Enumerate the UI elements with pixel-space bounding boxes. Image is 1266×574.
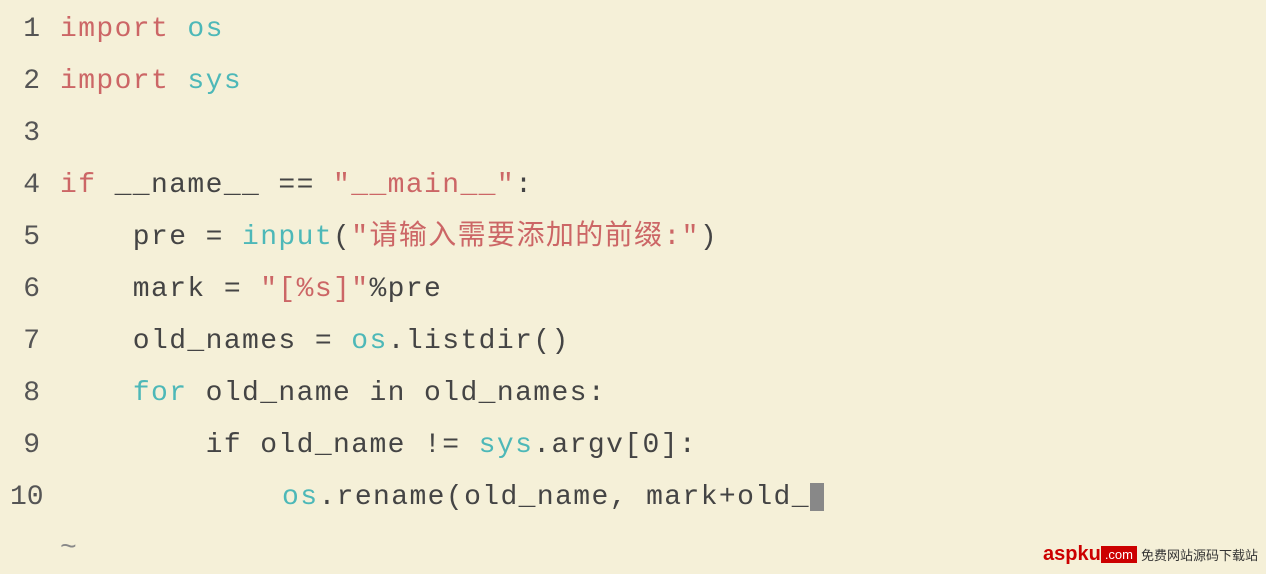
code-line: 6 mark = "[%s]"%pre: [0, 268, 1266, 320]
line-number: 9: [10, 424, 60, 467]
line-content: for old_name in old_names:: [60, 372, 606, 415]
line-number: 2: [10, 60, 60, 103]
line-content: import sys: [60, 60, 242, 103]
code-line: 3: [0, 112, 1266, 164]
code-line: 9 if old_name != sys.argv[0]:: [0, 424, 1266, 476]
line-number: 3: [10, 112, 60, 155]
line-number: 8: [10, 372, 60, 415]
line-content: mark = "[%s]"%pre: [60, 268, 442, 311]
line-number: 1: [10, 8, 60, 51]
watermark-subtitle: 免费网站源码下载站: [1141, 545, 1258, 564]
line-content: import os: [60, 8, 224, 51]
code-line: 2import sys: [0, 60, 1266, 112]
watermark-aspku: asp: [1043, 543, 1077, 566]
code-line: 10 os.rename(old_name, mark+old_: [0, 476, 1266, 528]
cursor: [810, 483, 824, 511]
code-line: 4if __name__ == "__main__":: [0, 164, 1266, 216]
line-content: os.rename(old_name, mark+old_: [64, 476, 824, 519]
line-content: if old_name != sys.argv[0]:: [60, 424, 697, 467]
code-line: 1import os: [0, 8, 1266, 60]
line-content: if __name__ == "__main__":: [60, 164, 533, 207]
line-number: 10: [10, 476, 64, 519]
code-line: 5 pre = input("请输入需要添加的前缀:"): [0, 216, 1266, 268]
line-content: pre = input("请输入需要添加的前缀:"): [60, 216, 718, 259]
line-number: 7: [10, 320, 60, 363]
line-number: 5: [10, 216, 60, 259]
code-line: 8 for old_name in old_names:: [0, 372, 1266, 424]
code-line: 7 old_names = os.listdir(): [0, 320, 1266, 372]
line-number: 4: [10, 164, 60, 207]
line-number: 6: [10, 268, 60, 311]
code-container: 1import os2import sys34if __name__ == "_…: [0, 0, 1266, 574]
watermark: aspku.com 免费网站源码下载站: [1043, 543, 1258, 566]
line-content: old_names = os.listdir(): [60, 320, 570, 363]
